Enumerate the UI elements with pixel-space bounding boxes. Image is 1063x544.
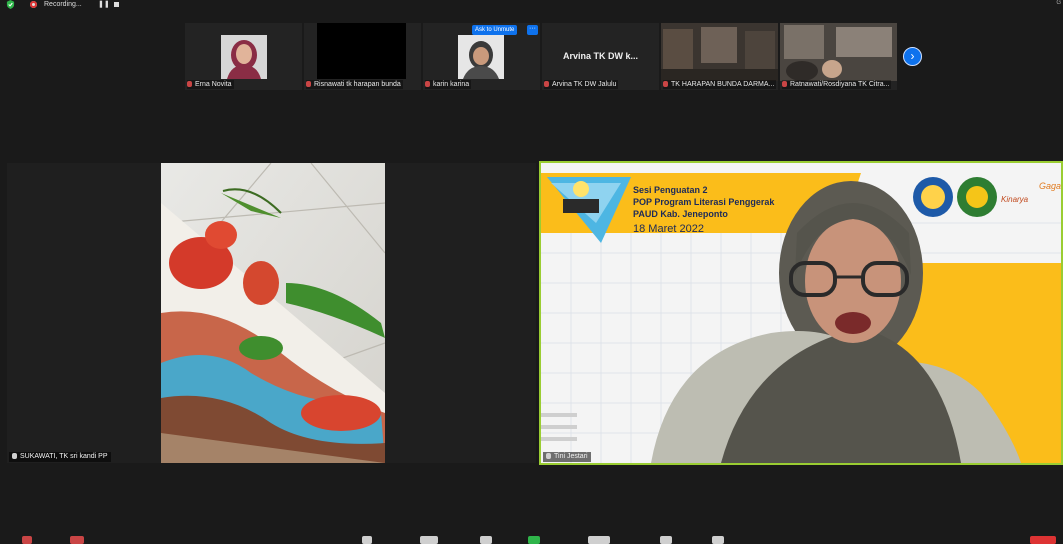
- muted-mic-icon: [782, 81, 787, 87]
- mute-icon[interactable]: [22, 536, 32, 544]
- participant-tile[interactable]: Arvina TK DW k... Arvina TK DW Jalulu: [542, 23, 659, 90]
- reactions-icon[interactable]: [660, 536, 672, 544]
- apps-icon[interactable]: [712, 536, 724, 544]
- participant-tile[interactable]: Ratnawati/Rosdiyana TK Citra...: [780, 23, 897, 90]
- recording-icon: [30, 1, 37, 8]
- participant-name-tag: Risnawati tk harapan bunda: [306, 80, 403, 89]
- next-page-button[interactable]: ›: [903, 47, 922, 66]
- meeting-toolbar: [0, 528, 1063, 544]
- share-screen-icon[interactable]: [528, 536, 540, 544]
- participant-name: TK HARAPAN BUNDA DARMA...: [671, 81, 775, 88]
- speaker-name-tag: Tini Jestari: [543, 452, 591, 462]
- ask-to-unmute-button[interactable]: Ask to Unmute: [472, 25, 518, 35]
- participant-name-tag: Ratnawati/Rosdiyana TK Citra...: [782, 80, 892, 89]
- mic-icon: [12, 453, 17, 459]
- video-pane-right-active[interactable]: Sesi Penguatan 2 POP Program Literasi Pe…: [539, 161, 1063, 465]
- participant-display-name: Arvina TK DW k...: [562, 51, 638, 61]
- participant-strip: Erna Novita Risnawati tk harapan bunda A…: [185, 23, 897, 90]
- participant-name: Risnawati tk harapan bunda: [314, 81, 401, 88]
- slide-title-3: PAUD Kab. Jeneponto: [633, 209, 728, 219]
- participant-name-tag: TK HARAPAN BUNDA DARMA...: [663, 80, 777, 89]
- video-icon[interactable]: [70, 536, 84, 544]
- participant-video: [458, 35, 504, 79]
- participant-tile[interactable]: Erna Novita: [185, 23, 302, 90]
- slide-title-1: Sesi Penguatan 2: [633, 185, 708, 195]
- slide-logo-text-2: Gagas: [1039, 181, 1063, 191]
- participant-video: [317, 23, 406, 79]
- shared-video-craft: [161, 163, 385, 463]
- participant-name: Ratnawati/Rosdiyana TK Citra...: [790, 81, 890, 88]
- muted-mic-icon: [425, 81, 430, 87]
- participant-video: [221, 35, 267, 79]
- more-options-button[interactable]: ···: [527, 25, 538, 35]
- stop-icon[interactable]: [114, 2, 119, 7]
- muted-mic-icon: [663, 81, 668, 87]
- muted-mic-icon: [544, 81, 549, 87]
- participant-name: Arvina TK DW Jalulu: [552, 81, 617, 88]
- participant-name-tag: Erna Novita: [187, 80, 234, 89]
- speaker-name: SUKAWATI, TK sri kandi PP: [20, 453, 108, 460]
- recording-label: Recording...: [44, 1, 82, 8]
- participant-video: [780, 23, 897, 81]
- chat-icon[interactable]: [480, 536, 492, 544]
- participant-tile[interactable]: TK HARAPAN BUNDA DARMA...: [661, 23, 778, 90]
- chevron-right-icon: ›: [910, 49, 915, 63]
- meeting-top-bar: Recording... ❚❚ G: [0, 0, 1063, 10]
- participant-tile[interactable]: Risnawati tk harapan bunda: [304, 23, 421, 90]
- end-button[interactable]: [1030, 536, 1056, 544]
- slide-date: 18 Maret 2022: [633, 223, 704, 235]
- slide-title-2: POP Program Literasi Penggerak: [633, 197, 775, 207]
- video-pane-left[interactable]: SUKAWATI, TK sri kandi PP: [7, 163, 536, 463]
- participant-video: [661, 23, 778, 81]
- participant-name: Erna Novita: [195, 81, 232, 88]
- shield-icon[interactable]: [6, 0, 15, 9]
- participant-name-tag: karin karina: [425, 80, 472, 89]
- participant-name: karin karina: [433, 81, 470, 88]
- record-icon[interactable]: [588, 536, 610, 544]
- participant-tile[interactable]: Ask to Unmute ··· karin karina: [423, 23, 540, 90]
- security-icon[interactable]: [362, 536, 372, 544]
- pause-icon[interactable]: ❚❚: [98, 1, 110, 8]
- muted-mic-icon: [306, 81, 311, 87]
- speaker-name-tag: SUKAWATI, TK sri kandi PP: [9, 452, 111, 462]
- muted-mic-icon: [187, 81, 192, 87]
- speaker-name: Tini Jestari: [554, 453, 588, 460]
- participant-name-tag: Arvina TK DW Jalulu: [544, 80, 619, 89]
- slide-logo-text: Kinarya: [1001, 195, 1029, 204]
- participants-icon[interactable]: [420, 536, 438, 544]
- corner-label: G: [1056, 0, 1061, 6]
- virtual-background: [541, 163, 1061, 463]
- mic-icon: [546, 453, 551, 459]
